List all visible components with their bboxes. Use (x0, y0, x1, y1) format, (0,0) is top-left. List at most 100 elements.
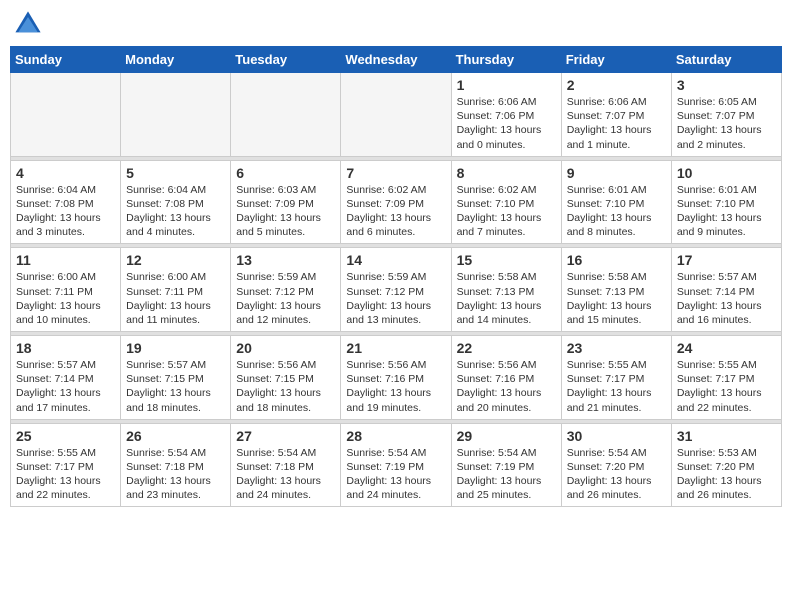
day-info: Sunrise: 5:57 AM Sunset: 7:14 PM Dayligh… (16, 358, 115, 415)
day-info: Sunrise: 6:02 AM Sunset: 7:10 PM Dayligh… (457, 183, 556, 240)
day-number: 7 (346, 165, 445, 181)
weekday-header: Wednesday (341, 47, 451, 73)
calendar-cell: 5 Sunrise: 6:04 AM Sunset: 7:08 PM Daylig… (121, 160, 231, 244)
calendar-cell (231, 73, 341, 157)
day-info: Sunrise: 5:54 AM Sunset: 7:19 PM Dayligh… (457, 446, 556, 503)
day-number: 15 (457, 252, 556, 268)
day-number: 6 (236, 165, 335, 181)
day-info: Sunrise: 6:05 AM Sunset: 7:07 PM Dayligh… (677, 95, 776, 152)
calendar-week-row: 1 Sunrise: 6:06 AM Sunset: 7:06 PM Daylig… (11, 73, 782, 157)
day-info: Sunrise: 5:59 AM Sunset: 7:12 PM Dayligh… (236, 270, 335, 327)
day-number: 29 (457, 428, 556, 444)
calendar-cell: 4 Sunrise: 6:04 AM Sunset: 7:08 PM Daylig… (11, 160, 121, 244)
day-number: 10 (677, 165, 776, 181)
day-info: Sunrise: 6:01 AM Sunset: 7:10 PM Dayligh… (677, 183, 776, 240)
calendar-cell: 30Sunrise: 5:54 AM Sunset: 7:20 PM Dayli… (561, 423, 671, 507)
calendar-cell: 28 Sunrise: 5:54 AM Sunset: 7:19 PM Dayli… (341, 423, 451, 507)
calendar-cell: 12 Sunrise: 6:00 AM Sunset: 7:11 PM Dayli… (121, 248, 231, 332)
calendar-week-row: 4 Sunrise: 6:04 AM Sunset: 7:08 PM Daylig… (11, 160, 782, 244)
weekday-header-row: SundayMondayTuesdayWednesdayThursdayFrid… (11, 47, 782, 73)
day-info: Sunrise: 5:56 AM Sunset: 7:16 PM Dayligh… (346, 358, 445, 415)
day-number: 17 (677, 252, 776, 268)
day-number: 14 (346, 252, 445, 268)
calendar-week-row: 25 Sunrise: 5:55 AM Sunset: 7:17 PM Dayli… (11, 423, 782, 507)
day-info: Sunrise: 6:02 AM Sunset: 7:09 PM Dayligh… (346, 183, 445, 240)
calendar-cell: 13Sunrise: 5:59 AM Sunset: 7:12 PM Dayli… (231, 248, 341, 332)
day-number: 27 (236, 428, 335, 444)
day-info: Sunrise: 5:55 AM Sunset: 7:17 PM Dayligh… (677, 358, 776, 415)
weekday-header: Saturday (671, 47, 781, 73)
day-info: Sunrise: 5:57 AM Sunset: 7:15 PM Dayligh… (126, 358, 225, 415)
calendar-cell: 7 Sunrise: 6:02 AM Sunset: 7:09 PM Daylig… (341, 160, 451, 244)
day-number: 3 (677, 77, 776, 93)
calendar-cell: 14 Sunrise: 5:59 AM Sunset: 7:12 PM Dayli… (341, 248, 451, 332)
day-info: Sunrise: 5:58 AM Sunset: 7:13 PM Dayligh… (457, 270, 556, 327)
calendar-table: SundayMondayTuesdayWednesdayThursdayFrid… (10, 46, 782, 507)
day-info: Sunrise: 6:01 AM Sunset: 7:10 PM Dayligh… (567, 183, 666, 240)
calendar-cell: 18Sunrise: 5:57 AM Sunset: 7:14 PM Dayli… (11, 336, 121, 420)
day-number: 30 (567, 428, 666, 444)
logo-icon (14, 10, 42, 38)
day-info: Sunrise: 5:57 AM Sunset: 7:14 PM Dayligh… (677, 270, 776, 327)
day-number: 9 (567, 165, 666, 181)
calendar-cell: 17 Sunrise: 5:57 AM Sunset: 7:14 PM Dayli… (671, 248, 781, 332)
day-number: 26 (126, 428, 225, 444)
day-number: 22 (457, 340, 556, 356)
day-number: 20 (236, 340, 335, 356)
day-number: 24 (677, 340, 776, 356)
calendar-cell: 9 Sunrise: 6:01 AM Sunset: 7:10 PM Daylig… (561, 160, 671, 244)
logo (14, 10, 46, 38)
day-number: 8 (457, 165, 556, 181)
calendar-cell: 25 Sunrise: 5:55 AM Sunset: 7:17 PM Dayli… (11, 423, 121, 507)
calendar-cell: 21Sunrise: 5:56 AM Sunset: 7:16 PM Dayli… (341, 336, 451, 420)
calendar-cell: 8 Sunrise: 6:02 AM Sunset: 7:10 PM Daylig… (451, 160, 561, 244)
calendar-cell: 22 Sunrise: 5:56 AM Sunset: 7:16 PM Dayli… (451, 336, 561, 420)
day-info: Sunrise: 6:00 AM Sunset: 7:11 PM Dayligh… (126, 270, 225, 327)
calendar-cell: 23Sunrise: 5:55 AM Sunset: 7:17 PM Dayli… (561, 336, 671, 420)
day-info: Sunrise: 6:00 AM Sunset: 7:11 PM Dayligh… (16, 270, 115, 327)
calendar-cell: 11 Sunrise: 6:00 AM Sunset: 7:11 PM Dayli… (11, 248, 121, 332)
day-info: Sunrise: 5:55 AM Sunset: 7:17 PM Dayligh… (16, 446, 115, 503)
calendar-cell: 31 Sunrise: 5:53 AM Sunset: 7:20 PM Dayli… (671, 423, 781, 507)
day-info: Sunrise: 6:06 AM Sunset: 7:07 PM Dayligh… (567, 95, 666, 152)
calendar-cell (11, 73, 121, 157)
weekday-header: Thursday (451, 47, 561, 73)
day-number: 11 (16, 252, 115, 268)
day-number: 19 (126, 340, 225, 356)
day-info: Sunrise: 5:56 AM Sunset: 7:15 PM Dayligh… (236, 358, 335, 415)
day-number: 2 (567, 77, 666, 93)
calendar-cell (121, 73, 231, 157)
day-info: Sunrise: 5:54 AM Sunset: 7:18 PM Dayligh… (236, 446, 335, 503)
calendar-cell: 2 Sunrise: 6:06 AM Sunset: 7:07 PM Daylig… (561, 73, 671, 157)
day-number: 5 (126, 165, 225, 181)
calendar-cell: 29 Sunrise: 5:54 AM Sunset: 7:19 PM Dayli… (451, 423, 561, 507)
calendar-week-row: 11 Sunrise: 6:00 AM Sunset: 7:11 PM Dayli… (11, 248, 782, 332)
day-info: Sunrise: 5:54 AM Sunset: 7:18 PM Dayligh… (126, 446, 225, 503)
calendar-cell: 3 Sunrise: 6:05 AM Sunset: 7:07 PM Daylig… (671, 73, 781, 157)
day-number: 12 (126, 252, 225, 268)
calendar-cell: 27 Sunrise: 5:54 AM Sunset: 7:18 PM Dayli… (231, 423, 341, 507)
day-info: Sunrise: 6:04 AM Sunset: 7:08 PM Dayligh… (126, 183, 225, 240)
calendar-cell: 10 Sunrise: 6:01 AM Sunset: 7:10 PM Dayli… (671, 160, 781, 244)
calendar-cell: 20 Sunrise: 5:56 AM Sunset: 7:15 PM Dayli… (231, 336, 341, 420)
calendar-cell: 6Sunrise: 6:03 AM Sunset: 7:09 PM Daylig… (231, 160, 341, 244)
day-number: 4 (16, 165, 115, 181)
calendar-week-row: 18Sunrise: 5:57 AM Sunset: 7:14 PM Dayli… (11, 336, 782, 420)
day-info: Sunrise: 5:53 AM Sunset: 7:20 PM Dayligh… (677, 446, 776, 503)
page-header (10, 10, 782, 38)
day-number: 16 (567, 252, 666, 268)
day-info: Sunrise: 5:54 AM Sunset: 7:19 PM Dayligh… (346, 446, 445, 503)
weekday-header: Monday (121, 47, 231, 73)
calendar-cell: 15 Sunrise: 5:58 AM Sunset: 7:13 PM Dayli… (451, 248, 561, 332)
day-number: 25 (16, 428, 115, 444)
calendar-cell (341, 73, 451, 157)
day-info: Sunrise: 6:06 AM Sunset: 7:06 PM Dayligh… (457, 95, 556, 152)
calendar-cell: 1 Sunrise: 6:06 AM Sunset: 7:06 PM Daylig… (451, 73, 561, 157)
day-info: Sunrise: 6:04 AM Sunset: 7:08 PM Dayligh… (16, 183, 115, 240)
day-number: 28 (346, 428, 445, 444)
day-number: 1 (457, 77, 556, 93)
calendar-cell: 19 Sunrise: 5:57 AM Sunset: 7:15 PM Dayli… (121, 336, 231, 420)
day-info: Sunrise: 5:59 AM Sunset: 7:12 PM Dayligh… (346, 270, 445, 327)
day-number: 31 (677, 428, 776, 444)
day-info: Sunrise: 5:56 AM Sunset: 7:16 PM Dayligh… (457, 358, 556, 415)
